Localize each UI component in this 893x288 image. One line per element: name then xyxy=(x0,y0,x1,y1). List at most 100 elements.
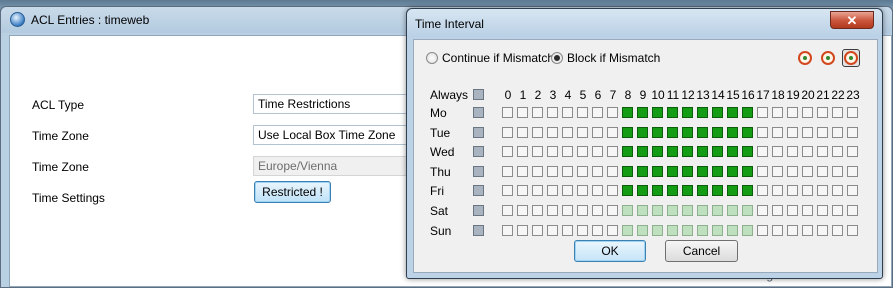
time-cell[interactable] xyxy=(832,146,843,158)
clear-all-icon[interactable] xyxy=(819,49,837,67)
hour-label-8[interactable]: 8 xyxy=(621,88,635,102)
hour-label-15[interactable]: 15 xyxy=(726,88,740,102)
set-all-icon[interactable] xyxy=(796,49,814,67)
time-cell[interactable] xyxy=(577,205,588,216)
time-cell[interactable] xyxy=(817,126,828,138)
time-cell[interactable] xyxy=(607,107,618,118)
time-cell[interactable] xyxy=(547,205,558,216)
time-cell[interactable] xyxy=(682,185,693,197)
time-cell[interactable] xyxy=(802,185,813,197)
time-cell[interactable] xyxy=(742,165,753,177)
time-cell[interactable] xyxy=(607,165,618,177)
time-cell[interactable] xyxy=(667,224,678,236)
day-row-toggle[interactable] xyxy=(473,126,484,138)
hour-label-18[interactable]: 18 xyxy=(771,88,785,102)
day-row-toggle[interactable] xyxy=(473,165,484,177)
acl-type-field[interactable]: Time Restrictions xyxy=(253,94,423,114)
time-cell[interactable] xyxy=(637,146,648,158)
time-cell[interactable] xyxy=(652,146,663,158)
time-cell[interactable] xyxy=(622,165,633,177)
time-cell[interactable] xyxy=(682,165,693,177)
hour-label-19[interactable]: 19 xyxy=(786,88,800,102)
time-cell[interactable] xyxy=(562,224,573,236)
hour-label-22[interactable]: 22 xyxy=(831,88,845,102)
day-row-toggle[interactable] xyxy=(473,205,484,216)
time-cell[interactable] xyxy=(697,165,708,177)
time-cell[interactable] xyxy=(652,205,663,216)
time-cell[interactable] xyxy=(727,224,738,236)
time-cell[interactable] xyxy=(847,126,858,138)
time-cell[interactable] xyxy=(517,205,528,216)
time-cell[interactable] xyxy=(817,224,828,236)
time-cell[interactable] xyxy=(532,165,543,177)
time-cell[interactable] xyxy=(802,146,813,158)
time-cell[interactable] xyxy=(697,185,708,197)
time-cell[interactable] xyxy=(577,224,588,236)
time-cell[interactable] xyxy=(547,146,558,158)
radio-circle-continue[interactable] xyxy=(426,52,438,64)
time-cell[interactable] xyxy=(847,107,858,118)
time-cell[interactable] xyxy=(787,224,798,236)
hour-label-3[interactable]: 3 xyxy=(546,88,560,102)
time-cell[interactable] xyxy=(802,224,813,236)
time-cell[interactable] xyxy=(517,126,528,138)
time-cell[interactable] xyxy=(502,185,513,197)
time-cell[interactable] xyxy=(817,205,828,216)
hour-label-13[interactable]: 13 xyxy=(696,88,710,102)
time-cell[interactable] xyxy=(637,185,648,197)
time-cell[interactable] xyxy=(547,185,558,197)
time-cell[interactable] xyxy=(727,165,738,177)
time-cell[interactable] xyxy=(562,205,573,216)
time-cell[interactable] xyxy=(592,126,603,138)
time-cell[interactable] xyxy=(742,185,753,197)
time-cell[interactable] xyxy=(517,107,528,118)
time-cell[interactable] xyxy=(787,107,798,118)
time-cell[interactable] xyxy=(667,205,678,216)
time-cell[interactable] xyxy=(697,146,708,158)
time-cell[interactable] xyxy=(577,165,588,177)
time-cell[interactable] xyxy=(802,205,813,216)
time-cell[interactable] xyxy=(757,107,768,118)
hour-label-12[interactable]: 12 xyxy=(681,88,695,102)
time-cell[interactable] xyxy=(757,165,768,177)
time-cell[interactable] xyxy=(517,146,528,158)
time-cell[interactable] xyxy=(832,126,843,138)
time-cell[interactable] xyxy=(517,165,528,177)
time-cell[interactable] xyxy=(712,185,723,197)
time-cell[interactable] xyxy=(832,224,843,236)
time-cell[interactable] xyxy=(682,224,693,236)
time-cell[interactable] xyxy=(592,185,603,197)
time-cell[interactable] xyxy=(802,126,813,138)
time-cell[interactable] xyxy=(712,126,723,138)
hour-label-20[interactable]: 20 xyxy=(801,88,815,102)
time-cell[interactable] xyxy=(622,205,633,216)
hour-label-16[interactable]: 16 xyxy=(741,88,755,102)
time-cell[interactable] xyxy=(502,126,513,138)
time-cell[interactable] xyxy=(532,146,543,158)
time-cell[interactable] xyxy=(772,107,783,118)
time-cell[interactable] xyxy=(847,185,858,197)
time-cell[interactable] xyxy=(682,107,693,118)
time-cell[interactable] xyxy=(652,185,663,197)
time-cell[interactable] xyxy=(832,185,843,197)
time-cell[interactable] xyxy=(532,185,543,197)
time-cell[interactable] xyxy=(607,146,618,158)
time-cell[interactable] xyxy=(802,165,813,177)
close-button[interactable]: ✕ xyxy=(830,11,874,29)
day-row-toggle[interactable] xyxy=(473,146,484,158)
time-cell[interactable] xyxy=(652,126,663,138)
time-cell[interactable] xyxy=(847,146,858,158)
time-cell[interactable] xyxy=(757,205,768,216)
time-cell[interactable] xyxy=(592,165,603,177)
time-cell[interactable] xyxy=(622,107,633,118)
time-cell[interactable] xyxy=(847,205,858,216)
time-cell[interactable] xyxy=(667,146,678,158)
time-cell[interactable] xyxy=(832,205,843,216)
time-cell[interactable] xyxy=(637,205,648,216)
time-cell[interactable] xyxy=(652,224,663,236)
time-cell[interactable] xyxy=(757,126,768,138)
time-cell[interactable] xyxy=(727,205,738,216)
time-cell[interactable] xyxy=(622,126,633,138)
time-cell[interactable] xyxy=(577,107,588,118)
time-cell[interactable] xyxy=(742,224,753,236)
